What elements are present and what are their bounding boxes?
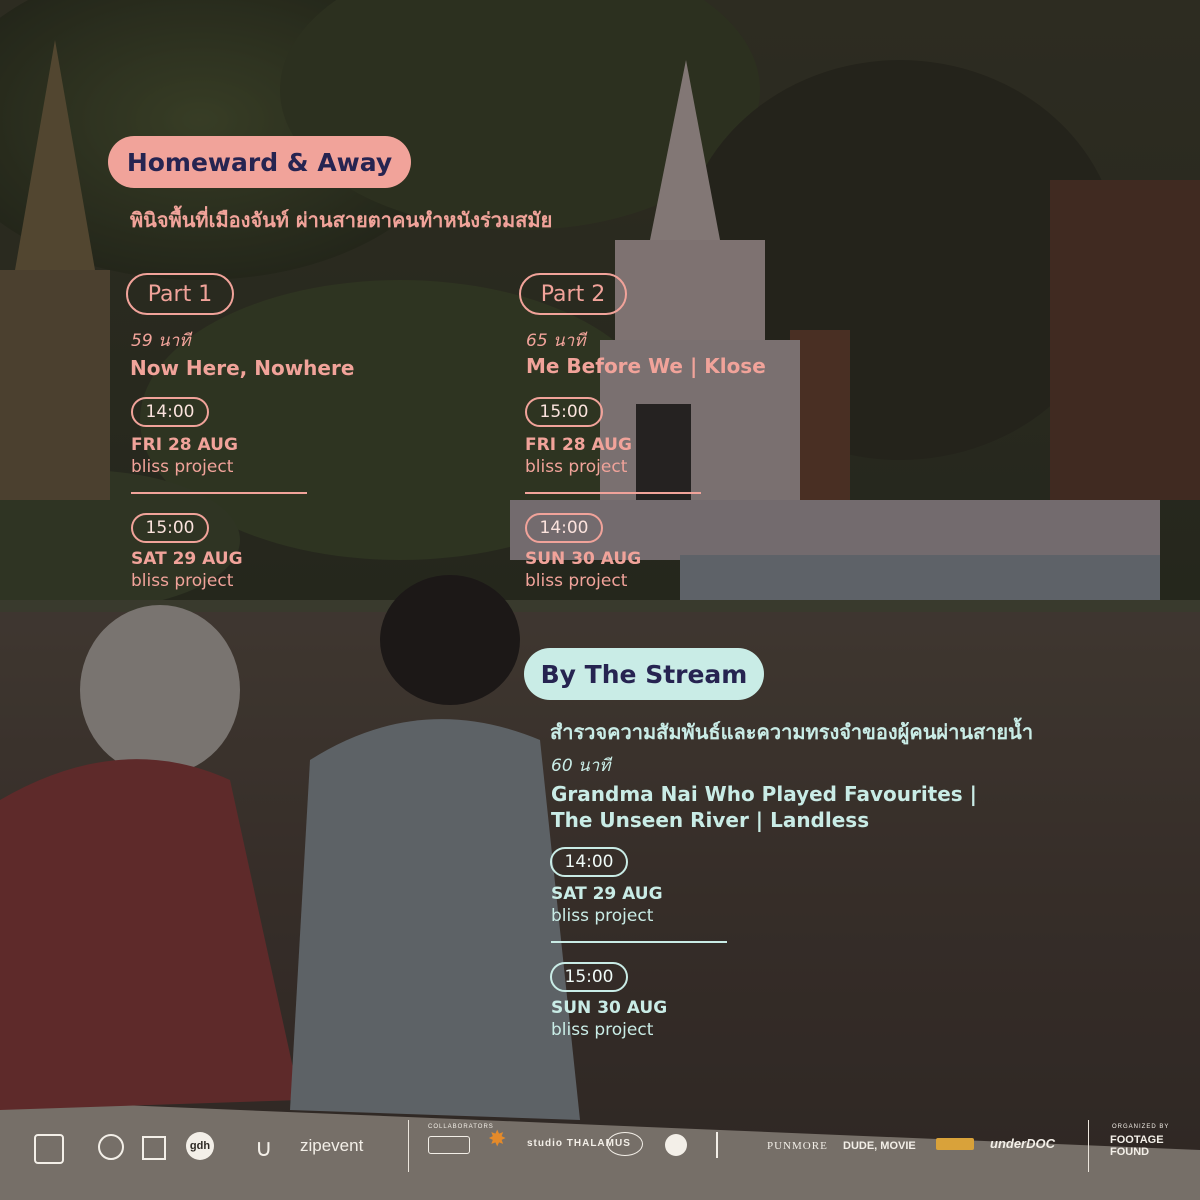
part-2-duration: 65 นาที xyxy=(526,331,586,351)
stream-film-titles-line1: Grandma Nai Who Played Favourites | xyxy=(551,782,977,806)
screening-time: 15:00 xyxy=(525,397,603,427)
divider xyxy=(551,941,727,943)
screening-date: FRI 28 AUG xyxy=(131,435,238,455)
organizer-label: ORGANIZED BY xyxy=(1112,1124,1170,1130)
screening-venue: bliss project xyxy=(525,571,628,591)
collaborator-logo xyxy=(665,1134,687,1156)
section-title-homeward-away: Homeward & Away xyxy=(108,136,411,188)
screening-venue: bliss project xyxy=(131,571,234,591)
screening-time: 14:00 xyxy=(550,847,628,877)
logo-separator xyxy=(1088,1120,1089,1172)
section-title-by-the-stream: By The Stream xyxy=(524,648,764,700)
collaborator-logo xyxy=(936,1138,974,1150)
screening-date: SUN 30 AUG xyxy=(525,549,642,569)
stream-film-titles-line2: The Unseen River | Landless xyxy=(551,808,870,832)
screening-venue: bliss project xyxy=(525,457,628,477)
organizer-logo-footage-found: FOOTAGE FOUND xyxy=(1110,1134,1164,1158)
part-1-film-title: Now Here, Nowhere xyxy=(130,356,355,380)
screening-date: FRI 28 AUG xyxy=(525,435,632,455)
collaborator-logo-underdoc: underDOC xyxy=(990,1136,1055,1151)
screening-venue: bliss project xyxy=(131,457,234,477)
screening-time: 14:00 xyxy=(525,513,603,543)
sponsor-logo xyxy=(142,1136,166,1160)
section-subtitle-homeward: พินิจพื้นที่เมืองจันท์ ผ่านสายตาคนทำหนัง… xyxy=(130,208,553,232)
screening-date: SAT 29 AUG xyxy=(131,549,243,569)
sponsor-logo-gdh: gdh xyxy=(186,1132,214,1160)
screening-date: SAT 29 AUG xyxy=(551,884,663,904)
stream-duration: 60 นาที xyxy=(551,756,611,776)
sponsor-logo-strip: gdh ∪ zipevent COLLABORATORS ✸ studio TH… xyxy=(0,1112,1200,1182)
collaborators-label: COLLABORATORS xyxy=(428,1124,494,1130)
section-subtitle-stream: สำรวจความสัมพันธ์และความทรงจำของผู้คนผ่า… xyxy=(550,720,1034,744)
screening-time: 15:00 xyxy=(550,962,628,992)
screening-time: 15:00 xyxy=(131,513,209,543)
logo-separator xyxy=(408,1120,409,1172)
divider xyxy=(131,492,307,494)
collaborator-logo xyxy=(716,1132,746,1158)
collaborator-logo xyxy=(607,1132,643,1156)
sponsor-logo: ∪ xyxy=(255,1134,273,1162)
collaborator-logo-flower: ✸ xyxy=(488,1126,507,1151)
divider xyxy=(525,492,701,494)
screening-time: 14:00 xyxy=(131,397,209,427)
part-2-badge: Part 2 xyxy=(519,273,627,315)
screening-venue: bliss project xyxy=(551,906,654,926)
screening-date: SUN 30 AUG xyxy=(551,998,668,1018)
sponsor-logo-zipevent: zipevent xyxy=(300,1136,364,1155)
collaborator-logo xyxy=(428,1136,470,1154)
screening-venue: bliss project xyxy=(551,1020,654,1040)
part-2-film-title: Me Before We | Klose xyxy=(526,354,766,378)
sponsor-logo xyxy=(98,1134,124,1160)
collaborator-logo-punmore: PUNMORE xyxy=(767,1140,828,1152)
sponsor-logo xyxy=(34,1134,64,1164)
collaborator-logo-dude-movie: DUDE, MOVIE xyxy=(843,1140,916,1152)
part-1-duration: 59 นาที xyxy=(131,331,191,351)
part-1-badge: Part 1 xyxy=(126,273,234,315)
